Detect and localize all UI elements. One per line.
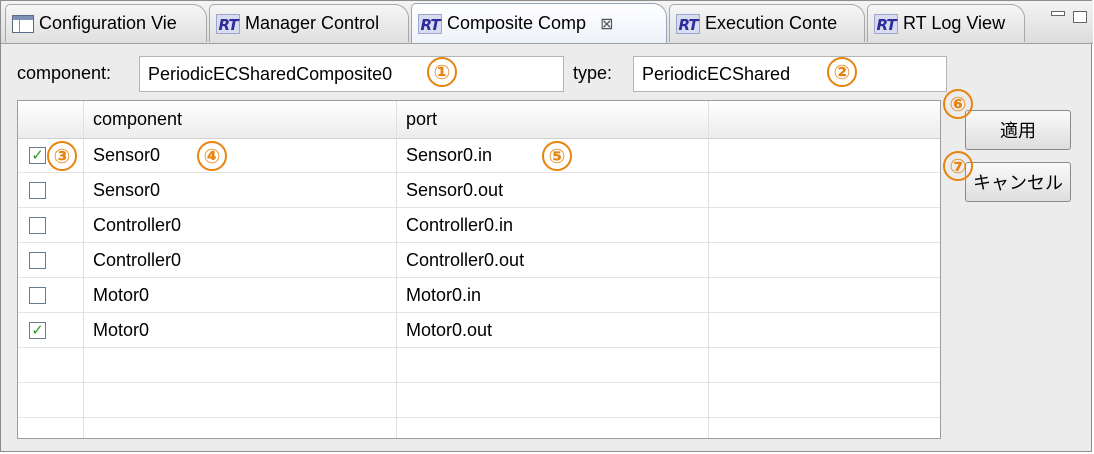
component-name-value: PeriodicECSharedComposite0	[148, 63, 393, 84]
component-cell: Controller0	[93, 214, 182, 235]
table-row[interactable]: Sensor0 Sensor0.out	[18, 173, 940, 208]
tab-label: RT Log View	[903, 13, 1006, 33]
port-cell: Motor0.out	[406, 319, 493, 340]
callout-marker-2: ②	[827, 57, 857, 87]
rt-icon: RT	[676, 13, 700, 34]
column-divider	[396, 101, 397, 438]
type-label: type:	[573, 63, 613, 83]
tab-label: Execution Conte	[705, 13, 838, 33]
tab-configuration-view[interactable]: Configuration Vie	[5, 4, 207, 42]
type-field[interactable]: PeriodicECShared	[633, 56, 947, 92]
minimize-icon[interactable]	[1051, 11, 1065, 16]
component-cell: Controller0	[93, 249, 182, 270]
row-checkbox[interactable]: ✓	[29, 322, 46, 339]
window-controls	[1051, 11, 1087, 23]
port-cell: Sensor0.out	[406, 179, 504, 200]
tab-rt-log-view[interactable]: RT RT Log View	[867, 4, 1025, 42]
view-tab-bar: Configuration Vie RT Manager Control RT …	[1, 1, 1093, 44]
component-cell: Sensor0	[93, 179, 161, 200]
row-checkbox[interactable]	[29, 217, 46, 234]
table-row	[18, 348, 940, 383]
callout-marker-7: ⑦	[943, 151, 973, 181]
callout-marker-6: ⑥	[943, 89, 973, 119]
port-cell: Motor0.in	[406, 284, 482, 305]
tab-composite-component[interactable]: RT Composite Comp ⊠	[411, 3, 667, 43]
port-table: component port ✓ Sensor0 Sensor0.in Sensor0…	[17, 100, 941, 439]
column-divider	[83, 101, 84, 438]
rt-icon: RT	[216, 13, 240, 34]
callout-marker-4: ④	[197, 141, 227, 171]
composite-component-view: Configuration Vie RT Manager Control RT …	[0, 0, 1093, 452]
callout-marker-3: ③	[47, 141, 77, 171]
apply-button[interactable]: 適用	[965, 110, 1071, 150]
tab-manager-control[interactable]: RT Manager Control	[209, 4, 409, 42]
row-checkbox[interactable]	[29, 182, 46, 199]
type-value: PeriodicECShared	[642, 63, 791, 84]
rt-icon: RT	[874, 13, 898, 34]
rt-icon: RT	[418, 13, 442, 34]
table-row[interactable]: Controller0 Controller0.out	[18, 243, 940, 278]
table-header: component port	[18, 101, 940, 139]
column-header-empty	[708, 101, 940, 138]
table-row	[18, 383, 940, 418]
component-cell: Sensor0	[93, 144, 161, 165]
table-row[interactable]: ✓ Motor0 Motor0.out	[18, 313, 940, 348]
column-header-check[interactable]	[18, 101, 83, 138]
row-checkbox[interactable]: ✓	[29, 147, 46, 164]
table-row[interactable]: Motor0 Motor0.in	[18, 278, 940, 313]
row-checkbox[interactable]	[29, 252, 46, 269]
tab-label: Composite Comp	[447, 13, 587, 33]
table-icon	[12, 14, 34, 33]
component-cell: Motor0	[93, 284, 150, 305]
table-row[interactable]: Controller0 Controller0.in	[18, 208, 940, 243]
maximize-icon[interactable]	[1073, 11, 1087, 23]
callout-marker-5: ⑤	[542, 141, 572, 171]
column-divider	[708, 101, 709, 438]
column-header-port[interactable]: port	[396, 101, 708, 138]
cancel-button[interactable]: キャンセル	[965, 162, 1071, 202]
component-name-field[interactable]: PeriodicECSharedComposite0	[139, 56, 564, 92]
row-checkbox[interactable]	[29, 287, 46, 304]
component-label: component:	[17, 63, 112, 83]
port-cell: Controller0.in	[406, 214, 514, 235]
tab-execution-context[interactable]: RT Execution Conte	[669, 4, 865, 42]
tab-label: Manager Control	[245, 13, 380, 33]
close-icon[interactable]: ⊠	[600, 14, 613, 34]
port-cell: Controller0.out	[406, 249, 525, 270]
table-row	[18, 418, 940, 438]
column-header-component[interactable]: component	[83, 101, 396, 138]
table-row[interactable]: ✓ Sensor0 Sensor0.in	[18, 138, 940, 173]
callout-marker-1: ①	[427, 57, 457, 87]
component-cell: Motor0	[93, 319, 150, 340]
tab-label: Configuration Vie	[39, 13, 177, 33]
